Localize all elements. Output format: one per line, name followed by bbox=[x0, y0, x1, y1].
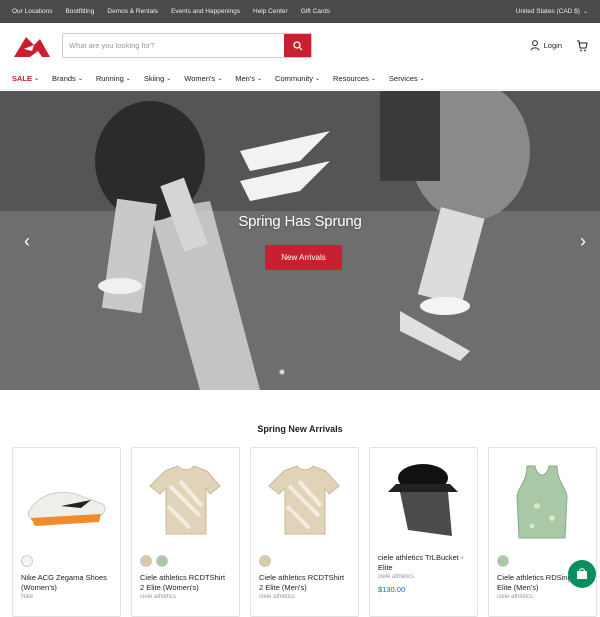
product-price: $130.00 bbox=[378, 585, 406, 594]
product-brand: ciele athletics bbox=[259, 594, 296, 600]
hero-image bbox=[0, 91, 600, 390]
nav-label: Skiing bbox=[143, 74, 165, 83]
product-card[interactable]: Ciele athletics RCDTShirt 2 Elite (Men's… bbox=[250, 447, 359, 617]
region-selector[interactable]: United States (CAD $) ⌄ bbox=[516, 8, 588, 15]
nav-item-brands[interactable]: Brands ⌄ bbox=[52, 74, 83, 83]
product-card[interactable]: Nike ACG Zegama Shoes (Women's) Nike bbox=[12, 447, 121, 617]
product-image-shoe bbox=[28, 491, 106, 526]
product-name[interactable]: Nike ACG Zegama Shoes (Women's) bbox=[21, 573, 112, 592]
product-image-singlet bbox=[516, 465, 568, 539]
top-utility-bar: Our Locations Bootfitting Demos & Rental… bbox=[0, 0, 600, 23]
chevron-down-icon: ⌄ bbox=[582, 8, 588, 15]
user-icon bbox=[530, 40, 540, 51]
nav-item-services[interactable]: Services ⌄ bbox=[389, 74, 425, 83]
color-swatch[interactable] bbox=[140, 555, 152, 567]
color-swatch[interactable] bbox=[156, 555, 168, 567]
link-gift-cards[interactable]: Gift Cards bbox=[301, 8, 330, 15]
chat-button[interactable] bbox=[568, 560, 596, 588]
main-navigation: SALE ⌄ Brands ⌄ Running ⌄ Skiing ⌄ Women's ⌄ … bbox=[0, 68, 600, 90]
section-title: Spring New Arrivals bbox=[257, 424, 343, 434]
header-actions: Login bbox=[530, 40, 588, 52]
product-name[interactable]: Ciele athletics RCDTShirt 2 Elite (Men's… bbox=[259, 573, 350, 592]
link-events[interactable]: Events and Happenings bbox=[171, 8, 240, 15]
product-card[interactable]: ciele athletics TrLBucket - Elite ciele … bbox=[369, 447, 478, 617]
nav-label: Services bbox=[388, 74, 418, 83]
link-help-center[interactable]: Help Center bbox=[253, 8, 288, 15]
color-swatch[interactable] bbox=[497, 555, 509, 567]
chevron-down-icon: ⌄ bbox=[370, 75, 376, 82]
cart-icon[interactable] bbox=[576, 40, 588, 52]
chevron-down-icon: ⌄ bbox=[217, 75, 223, 82]
chat-bag-icon bbox=[577, 568, 587, 579]
chevron-down-icon: ⌄ bbox=[166, 75, 172, 82]
site-header: Login bbox=[0, 23, 600, 68]
nav-label: Community bbox=[275, 74, 313, 83]
chevron-down-icon: ⌄ bbox=[34, 75, 40, 82]
nav-item-skiing[interactable]: Skiing ⌄ bbox=[144, 74, 171, 83]
nav-item-community[interactable]: Community ⌄ bbox=[275, 74, 320, 83]
color-swatch[interactable] bbox=[21, 555, 33, 567]
hero-title: Spring Has Sprung bbox=[238, 213, 362, 230]
link-bootfitting[interactable]: Bootfitting bbox=[65, 8, 94, 15]
nav-label: Women's bbox=[184, 74, 216, 83]
new-arrivals-button[interactable]: New Arrivals bbox=[265, 245, 342, 270]
product-brand: ciele athletics bbox=[140, 594, 177, 600]
nav-label: Resources bbox=[333, 74, 369, 83]
brand-logo[interactable] bbox=[12, 31, 52, 61]
product-image-tshirt bbox=[268, 465, 340, 535]
nav-label: Running bbox=[95, 74, 124, 83]
slide-indicator-dot[interactable] bbox=[279, 369, 285, 375]
previous-slide-arrow[interactable]: ‹ bbox=[20, 231, 34, 251]
utility-links: Our Locations Bootfitting Demos & Rental… bbox=[12, 8, 330, 15]
product-name[interactable]: ciele athletics TrLBucket - Elite bbox=[378, 553, 469, 572]
login-link[interactable]: Login bbox=[530, 40, 562, 51]
product-brand: ciele athletics bbox=[497, 594, 534, 600]
chevron-down-icon: ⌄ bbox=[125, 75, 131, 82]
chevron-down-icon: ⌄ bbox=[257, 75, 263, 82]
color-swatch[interactable] bbox=[259, 555, 271, 567]
nav-item-running[interactable]: Running ⌄ bbox=[96, 74, 131, 83]
product-card[interactable]: Ciele athletics RCDTShirt 2 Elite (Women… bbox=[131, 447, 240, 617]
hero-banner: ‹ › Spring Has Sprung New Arrivals bbox=[0, 91, 600, 390]
product-image-tshirt bbox=[149, 465, 221, 535]
chevron-down-icon: ⌄ bbox=[77, 75, 83, 82]
product-brand: ciele athletics bbox=[378, 574, 415, 580]
nav-label: Brands bbox=[52, 74, 76, 83]
product-brand: Nike bbox=[21, 594, 34, 600]
nav-item-resources[interactable]: Resources ⌄ bbox=[333, 74, 376, 83]
search-button[interactable] bbox=[284, 34, 311, 57]
product-grid: Nike ACG Zegama Shoes (Women's) Nike Cie… bbox=[12, 447, 597, 617]
next-slide-arrow[interactable]: › bbox=[576, 231, 590, 251]
link-our-locations[interactable]: Our Locations bbox=[12, 8, 52, 15]
search-bar bbox=[62, 33, 312, 58]
product-image-bucket-hat bbox=[388, 464, 458, 536]
nav-item-sale[interactable]: SALE ⌄ bbox=[12, 74, 39, 83]
search-input[interactable] bbox=[63, 34, 284, 57]
nav-label: SALE bbox=[12, 74, 33, 83]
product-name[interactable]: Ciele athletics RCDTShirt 2 Elite (Women… bbox=[140, 573, 231, 592]
login-label: Login bbox=[543, 41, 562, 50]
nav-item-womens[interactable]: Women's ⌄ bbox=[184, 74, 222, 83]
link-demos-rentals[interactable]: Demos & Rentals bbox=[107, 8, 158, 15]
region-label: United States (CAD $) bbox=[515, 8, 580, 15]
chevron-down-icon: ⌄ bbox=[314, 75, 320, 82]
nav-item-mens[interactable]: Men's ⌄ bbox=[235, 74, 262, 83]
search-icon bbox=[292, 40, 302, 50]
chevron-down-icon: ⌄ bbox=[419, 75, 425, 82]
nav-label: Men's bbox=[235, 74, 255, 83]
product-card[interactable]: Ciele athletics RDSinglet Elite (Men's) … bbox=[488, 447, 597, 617]
